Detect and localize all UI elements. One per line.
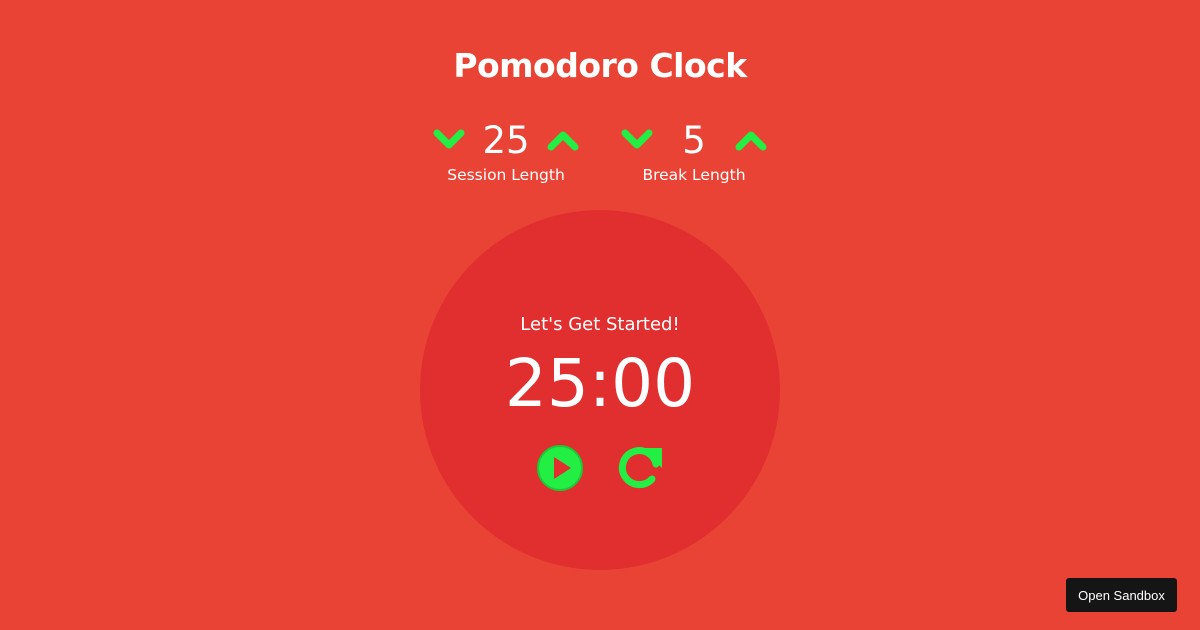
break-length-control: 5 Break Length xyxy=(614,118,774,184)
chevron-up-icon xyxy=(735,131,767,151)
timer-display: 25:00 xyxy=(504,345,696,422)
break-length-label: Break Length xyxy=(642,166,746,184)
play-circle-icon xyxy=(537,445,583,491)
chevron-down-icon xyxy=(621,129,653,149)
session-length-control: 25 Session Length xyxy=(426,118,586,184)
timer-label: Let's Get Started! xyxy=(520,314,680,335)
session-length-label: Session Length xyxy=(447,166,565,184)
chevron-down-icon xyxy=(433,129,465,149)
play-button[interactable] xyxy=(534,442,586,494)
break-length-row: 5 xyxy=(614,118,774,164)
timer-circle: Let's Get Started! 25:00 xyxy=(420,210,780,570)
session-increment-button[interactable] xyxy=(546,126,580,154)
page-title: Pomodoro Clock xyxy=(453,46,747,85)
redo-icon xyxy=(618,447,662,489)
break-length-value: 5 xyxy=(682,119,706,162)
session-length-value: 25 xyxy=(482,119,530,162)
session-decrement-button[interactable] xyxy=(432,126,466,154)
break-decrement-button[interactable] xyxy=(620,126,654,154)
reset-button[interactable] xyxy=(614,442,666,494)
pomodoro-app: Pomodoro Clock 25 Session Length 5 Break… xyxy=(0,0,1200,630)
session-length-row: 25 xyxy=(426,118,586,164)
break-increment-button[interactable] xyxy=(734,126,768,154)
open-sandbox-button[interactable]: Open Sandbox xyxy=(1066,578,1177,612)
chevron-up-icon xyxy=(547,131,579,151)
